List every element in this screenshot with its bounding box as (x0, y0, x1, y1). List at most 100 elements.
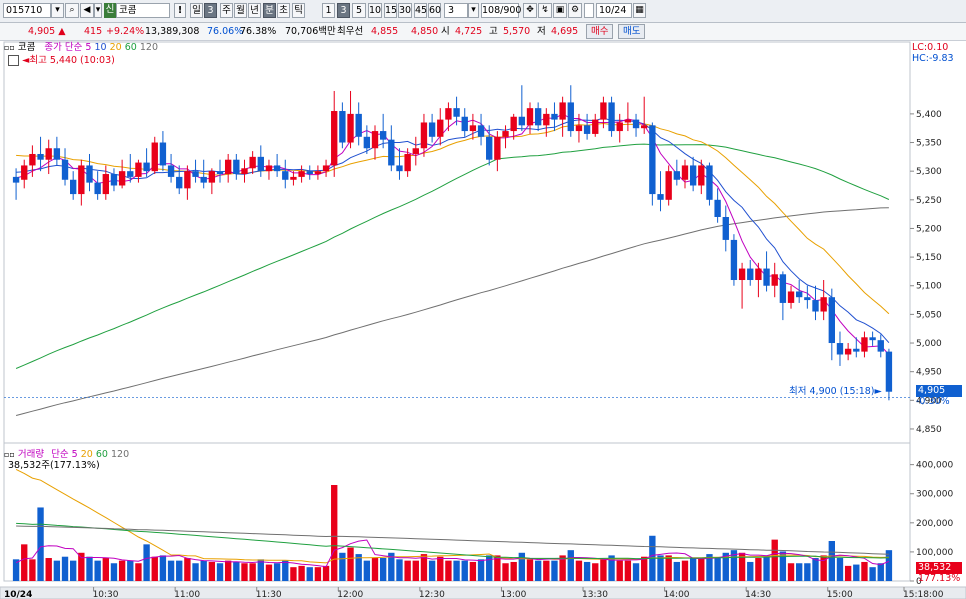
candle-body (355, 113, 362, 137)
candle-body (885, 351, 893, 392)
candle-body (632, 119, 640, 129)
count-field[interactable]: 108/900 (481, 3, 521, 18)
period-button-2[interactable]: 주 (220, 3, 233, 18)
candle-body (167, 165, 175, 177)
period-button-5[interactable]: 분 (263, 3, 276, 18)
candle-body (665, 171, 672, 200)
candle-body (339, 111, 346, 143)
trade-amount: 70,706백만 (285, 26, 336, 37)
volume-tick-label: 300,000 (916, 490, 953, 500)
minute-button-15[interactable]: 15 (384, 3, 397, 18)
volume-bar (290, 567, 297, 581)
minute-button-45[interactable]: 45 (414, 3, 427, 18)
interval-dropdown-icon[interactable]: ▾ (468, 3, 479, 18)
volume-bar (159, 555, 167, 581)
code-dropdown-icon[interactable]: ▾ (51, 3, 64, 18)
volume-bar (143, 544, 150, 581)
minute-button-1[interactable]: 1 (322, 3, 335, 18)
period-button-6[interactable]: 초 (277, 3, 290, 18)
candle-body (828, 297, 836, 344)
candle-body (763, 268, 770, 286)
ratio-1: 76.06% (207, 26, 244, 37)
low-note-text: 최저 4,900 (15:18) (789, 386, 875, 397)
period-button-0[interactable]: 일 (190, 3, 203, 18)
volume-bar (282, 560, 289, 581)
sound-dropdown-icon[interactable]: ▾ (94, 3, 102, 18)
candle-body (812, 300, 819, 312)
date-checkbox[interactable] (584, 3, 594, 18)
indicator-icon[interactable]: ↯ (538, 3, 552, 18)
candle-body (624, 119, 632, 123)
volume-bar (273, 563, 281, 581)
time-tick-label: 14:30 (745, 590, 771, 599)
period-button-7[interactable]: 틱 (292, 3, 305, 18)
volume-bar (208, 561, 216, 581)
minute-button-60[interactable]: 60 (428, 3, 441, 18)
minute-button-5[interactable]: 5 (352, 3, 366, 18)
speaker-icon[interactable]: ◀ (80, 3, 94, 18)
period-button-3[interactable]: 월 (234, 3, 247, 18)
settings-box-icon[interactable] (8, 55, 19, 66)
sell-button[interactable]: 매도 (618, 24, 646, 39)
crosshair-icon[interactable]: ✥ (523, 3, 537, 18)
buy-button[interactable]: 매수 (586, 24, 614, 39)
candle-body (265, 165, 273, 172)
price-tick-label: 5,000 (916, 339, 942, 349)
calendar-icon[interactable]: ▦ (633, 3, 646, 18)
minute-button-10[interactable]: 10 (368, 3, 382, 18)
stock-chart[interactable]: 5,400 5,350 5,300 5,250 5,200 5,150 5,100 5,050… (0, 40, 966, 599)
search-icon[interactable]: ⌕ (65, 3, 79, 18)
period-button-1[interactable]: 3 (204, 3, 217, 18)
candle-body (151, 142, 158, 172)
candle-body (608, 102, 615, 132)
volume-bar (812, 558, 819, 581)
time-tick-label: 14:00 (664, 590, 690, 599)
volume-bar (763, 555, 770, 581)
volume-bar (632, 563, 640, 581)
candle-body (469, 125, 477, 132)
stock-code-input[interactable]: 015710 (3, 3, 51, 18)
ma20-label: 20 (109, 42, 122, 53)
candle (665, 165, 672, 206)
candle-body (820, 297, 827, 312)
period-button-4[interactable]: 년 (248, 3, 261, 18)
candle-body (706, 165, 713, 200)
current-price-pct: -0.30% (916, 396, 950, 407)
current-price: 4,905 ▲ (28, 26, 66, 37)
candle-body (649, 125, 656, 195)
volume-bar (437, 556, 444, 581)
candle-body (494, 136, 501, 160)
candle-body (86, 165, 93, 183)
candle-body (853, 348, 860, 352)
volume-bar (592, 563, 599, 581)
date-field[interactable]: 10/24 (596, 3, 632, 18)
candle-body (110, 174, 118, 186)
candle-body (730, 239, 738, 281)
candle-body (836, 343, 844, 355)
price-panel-title: 코콤 (17, 42, 36, 53)
warning-button[interactable]: ! (174, 3, 186, 18)
candle-body (681, 165, 689, 180)
candle-body (21, 165, 28, 180)
volume-bar (534, 560, 542, 581)
volume-bar (61, 556, 69, 581)
candle-body (779, 274, 787, 303)
volume-readout: 38,532주(177.13%) (8, 460, 100, 471)
candle-body (379, 131, 387, 140)
save-icon[interactable]: ▣ (553, 3, 567, 18)
candle-body (428, 122, 436, 137)
volume-bar (298, 565, 305, 581)
minute-button-30[interactable]: 30 (398, 3, 412, 18)
volume-bar (151, 556, 158, 581)
stock-name-field[interactable]: 코콤 (116, 3, 170, 18)
candle-body (486, 136, 493, 160)
volume-value: 13,389,308 (145, 26, 200, 37)
interval-input[interactable]: 3 (444, 3, 468, 18)
volume-bar (69, 560, 77, 581)
minute-button-3[interactable]: 3 (337, 3, 350, 18)
volume-bar (224, 560, 232, 581)
volume-bar (412, 560, 419, 581)
candle (608, 96, 615, 137)
time-tick-label: 13:30 (582, 590, 608, 599)
settings-icon[interactable]: ⚙ (568, 3, 582, 18)
